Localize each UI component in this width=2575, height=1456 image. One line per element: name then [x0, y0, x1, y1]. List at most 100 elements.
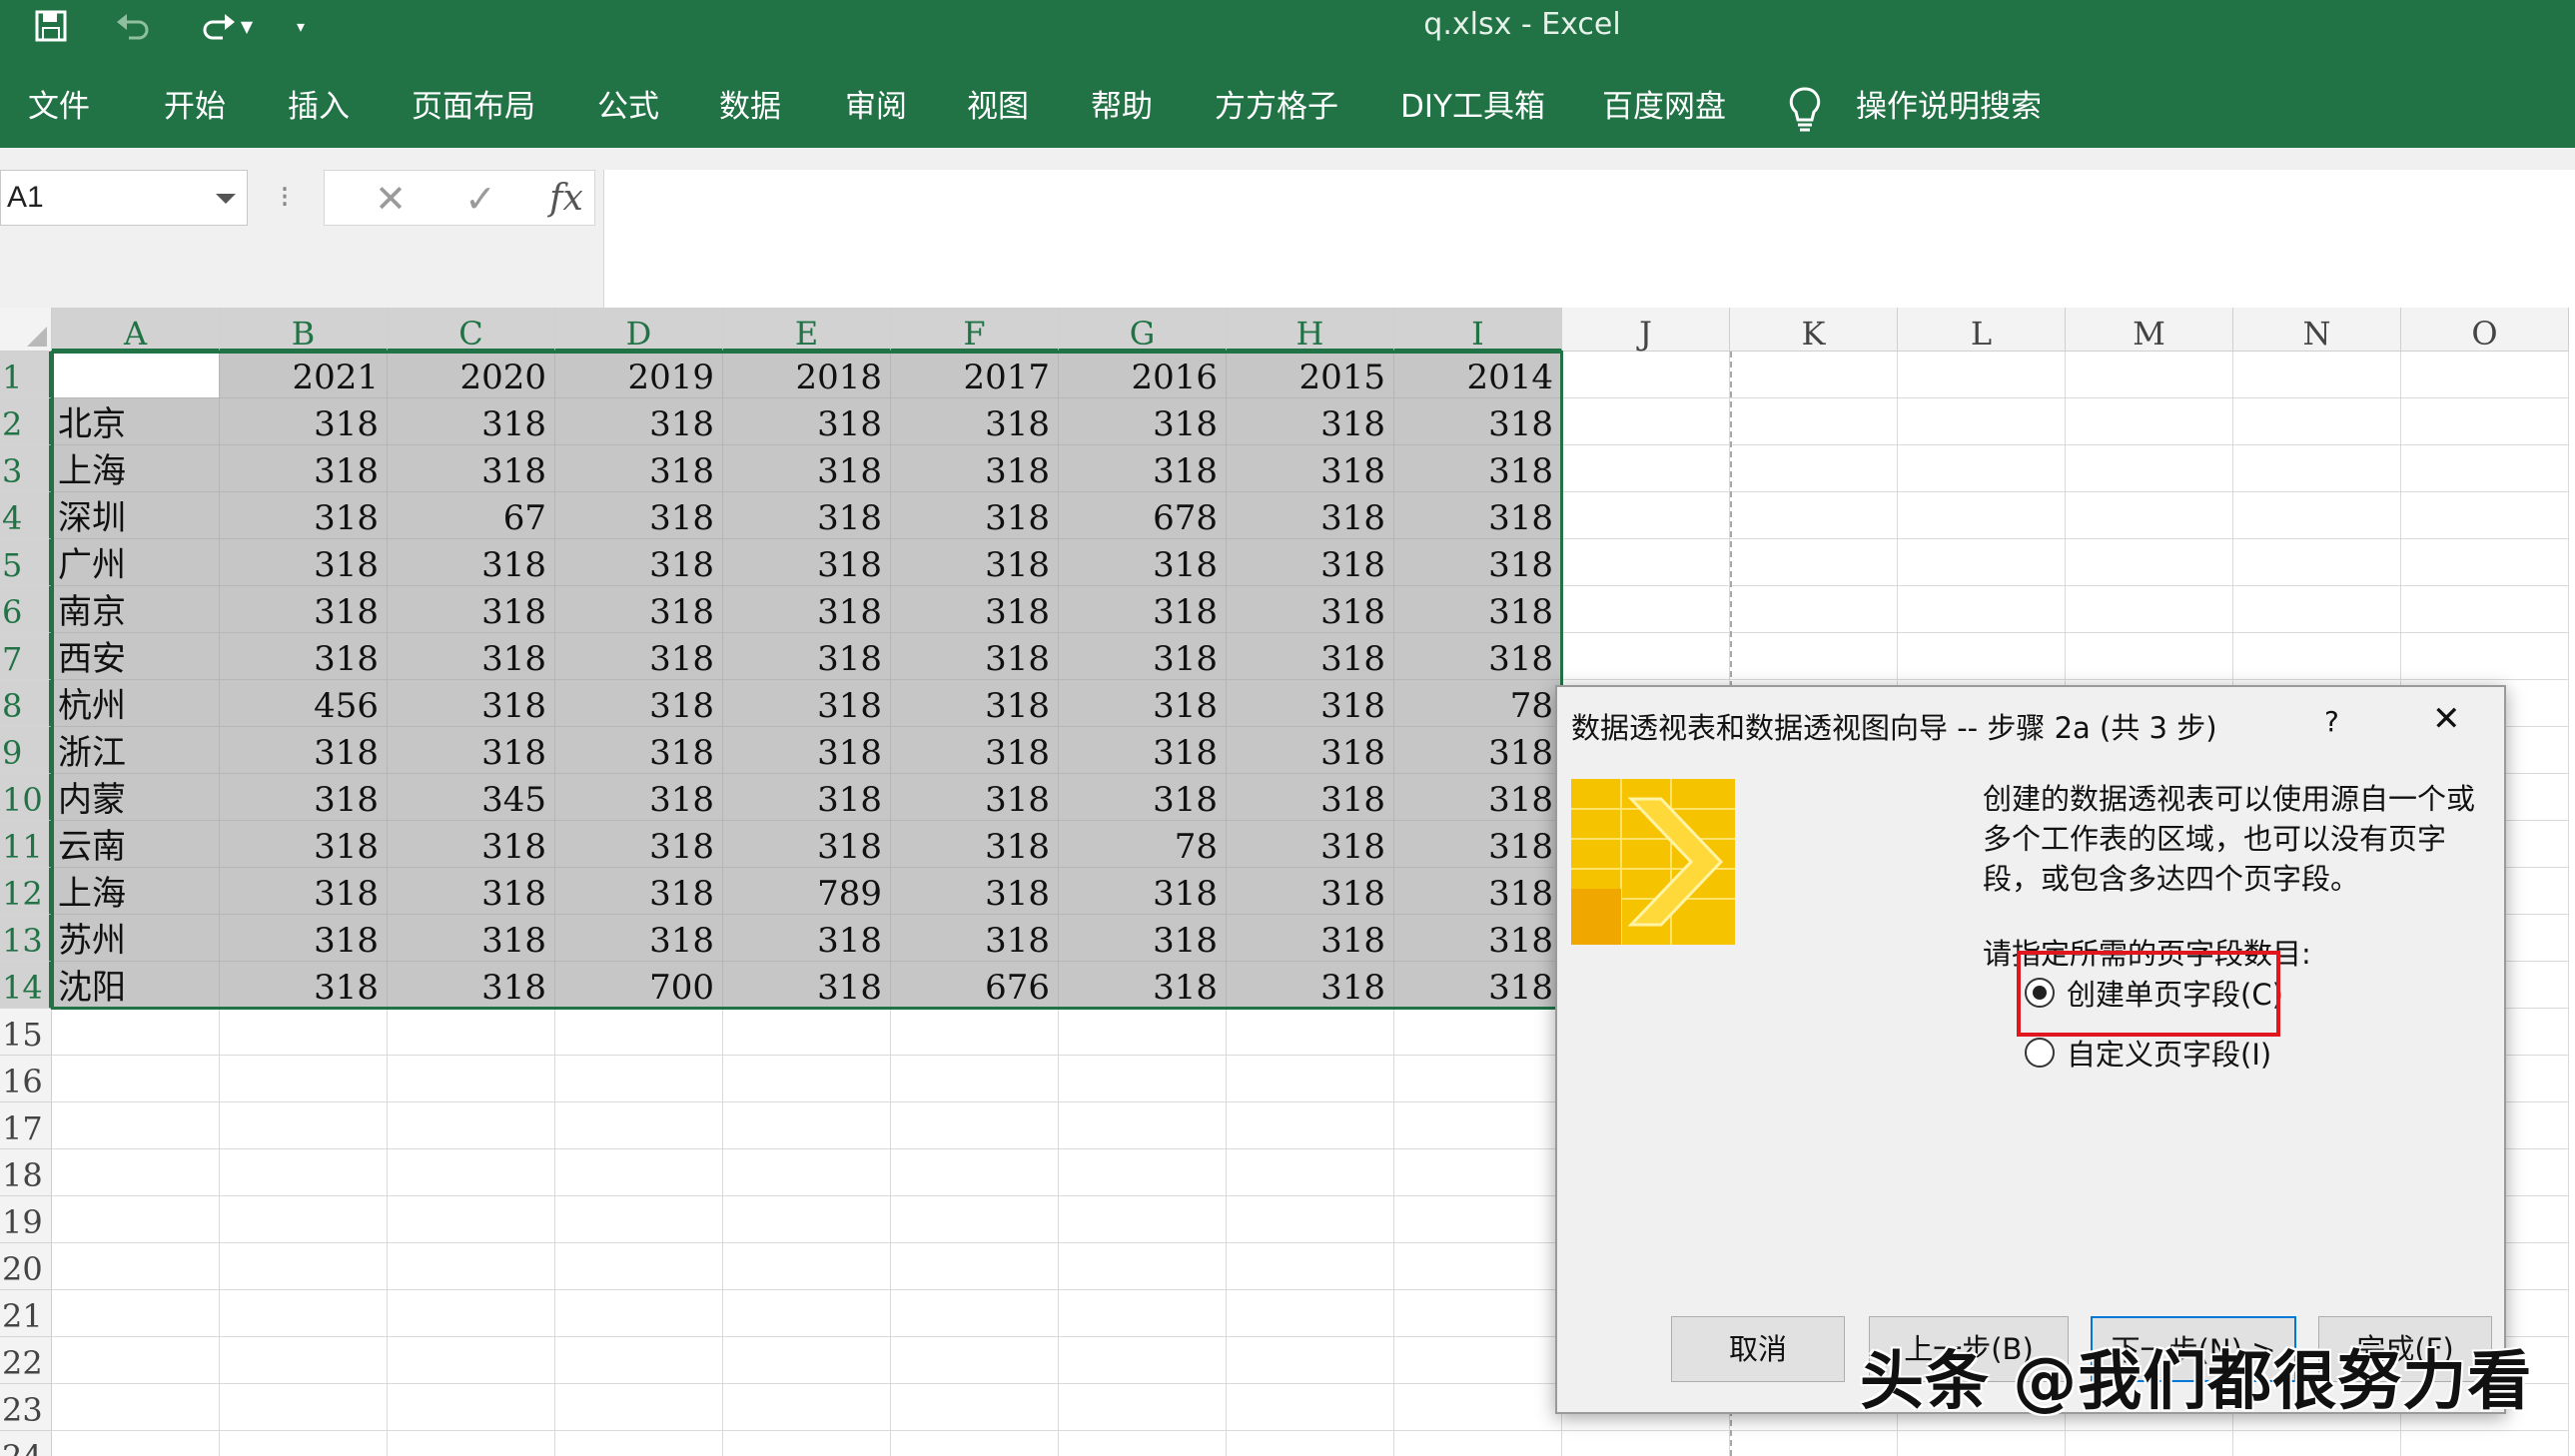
cell[interactable] — [891, 1384, 1059, 1431]
cell[interactable] — [891, 1337, 1059, 1384]
cell[interactable] — [220, 1243, 388, 1290]
cell[interactable]: 318 — [891, 727, 1059, 774]
cell[interactable] — [555, 1290, 723, 1337]
cell[interactable] — [2233, 586, 2401, 633]
cell[interactable] — [220, 1337, 388, 1384]
cell[interactable]: 67 — [388, 492, 555, 539]
row-header[interactable]: 23 — [0, 1384, 52, 1431]
row-header[interactable]: 19 — [0, 1196, 52, 1243]
cell[interactable] — [1730, 633, 1898, 680]
cell[interactable] — [723, 1384, 891, 1431]
cell[interactable]: 318 — [723, 962, 891, 1009]
row-header[interactable]: 4 — [0, 492, 52, 539]
cell[interactable]: 318 — [555, 821, 723, 868]
cell[interactable]: 318 — [1227, 680, 1394, 727]
cell[interactable]: 318 — [891, 445, 1059, 492]
column-header[interactable]: A — [52, 308, 220, 353]
tab-diy-toolbox[interactable]: DIY工具箱 — [1400, 52, 1545, 148]
cell[interactable]: 318 — [723, 680, 891, 727]
cell[interactable]: 318 — [1394, 445, 1562, 492]
cell[interactable] — [723, 1009, 891, 1056]
cell[interactable]: 2021 — [220, 352, 388, 398]
cell[interactable] — [388, 1290, 555, 1337]
cell[interactable] — [891, 1196, 1059, 1243]
cell[interactable]: 318 — [1227, 962, 1394, 1009]
cell[interactable] — [1059, 1056, 1227, 1102]
cell[interactable] — [2066, 1431, 2233, 1456]
cell[interactable] — [1562, 539, 1730, 586]
cell[interactable] — [1562, 398, 1730, 445]
cell[interactable] — [220, 1149, 388, 1196]
cell[interactable]: 318 — [891, 539, 1059, 586]
cell[interactable]: 318 — [388, 539, 555, 586]
cell[interactable]: 318 — [388, 633, 555, 680]
cell[interactable] — [388, 1431, 555, 1456]
row-header[interactable]: 11 — [0, 821, 52, 868]
cell[interactable] — [1394, 1149, 1562, 1196]
cell[interactable] — [891, 1290, 1059, 1337]
cell[interactable] — [555, 1243, 723, 1290]
cell[interactable]: 318 — [220, 915, 388, 962]
cell[interactable]: 318 — [1394, 821, 1562, 868]
cell[interactable]: 318 — [555, 398, 723, 445]
row-header[interactable]: 15 — [0, 1009, 52, 1056]
cell[interactable] — [52, 1384, 220, 1431]
cell[interactable]: 318 — [1227, 445, 1394, 492]
cell[interactable] — [2066, 633, 2233, 680]
cell[interactable] — [1730, 445, 1898, 492]
cell[interactable]: 318 — [1394, 398, 1562, 445]
cell[interactable] — [1730, 586, 1898, 633]
cell[interactable] — [891, 1102, 1059, 1149]
column-header[interactable]: G — [1059, 308, 1227, 353]
tab-formulas[interactable]: 公式 — [597, 52, 659, 148]
tab-fangfang[interactable]: 方方格子 — [1215, 52, 1338, 148]
cell[interactable] — [2401, 352, 2569, 398]
cell[interactable]: 西安 — [52, 633, 220, 680]
row-header[interactable]: 8 — [0, 680, 52, 727]
cell[interactable]: 苏州 — [52, 915, 220, 962]
row-header[interactable]: 10 — [0, 774, 52, 821]
cell[interactable]: 2019 — [555, 352, 723, 398]
cell[interactable]: 318 — [1059, 868, 1227, 915]
cell[interactable] — [2233, 539, 2401, 586]
cell[interactable] — [723, 1102, 891, 1149]
cell[interactable] — [1227, 1009, 1394, 1056]
cell[interactable]: 678 — [1059, 492, 1227, 539]
cell[interactable]: 318 — [723, 398, 891, 445]
row-header[interactable]: 20 — [0, 1243, 52, 1290]
cell[interactable] — [1227, 1290, 1394, 1337]
cell[interactable] — [1394, 1102, 1562, 1149]
cell[interactable] — [1059, 1009, 1227, 1056]
cell[interactable] — [220, 1290, 388, 1337]
cell[interactable]: 云南 — [52, 821, 220, 868]
cell[interactable] — [1394, 1290, 1562, 1337]
cell[interactable]: 浙江 — [52, 727, 220, 774]
cell[interactable]: 78 — [1394, 680, 1562, 727]
column-header[interactable]: E — [723, 308, 891, 353]
cell[interactable] — [388, 1196, 555, 1243]
cell[interactable]: 318 — [555, 727, 723, 774]
cell[interactable]: 318 — [388, 868, 555, 915]
column-header[interactable]: D — [555, 308, 723, 353]
cell[interactable] — [1562, 633, 1730, 680]
cell[interactable] — [1898, 398, 2066, 445]
cell[interactable] — [52, 1337, 220, 1384]
cell[interactable]: 318 — [1059, 680, 1227, 727]
cell[interactable] — [723, 1196, 891, 1243]
cell[interactable]: 318 — [723, 633, 891, 680]
cancel-formula-icon[interactable]: ✕ — [361, 171, 421, 227]
cell[interactable] — [220, 1102, 388, 1149]
cell[interactable] — [555, 1102, 723, 1149]
cell[interactable] — [52, 1243, 220, 1290]
cell[interactable]: 318 — [1059, 398, 1227, 445]
cell[interactable] — [1730, 492, 1898, 539]
tab-view[interactable]: 视图 — [967, 52, 1029, 148]
tab-file[interactable]: 文件 — [28, 52, 90, 148]
column-header[interactable]: L — [1898, 308, 2066, 353]
cell[interactable] — [555, 1009, 723, 1056]
cell[interactable]: 北京 — [52, 398, 220, 445]
cell[interactable]: 318 — [220, 445, 388, 492]
cell[interactable] — [1562, 586, 1730, 633]
cell[interactable] — [891, 1149, 1059, 1196]
cell[interactable]: 318 — [891, 586, 1059, 633]
